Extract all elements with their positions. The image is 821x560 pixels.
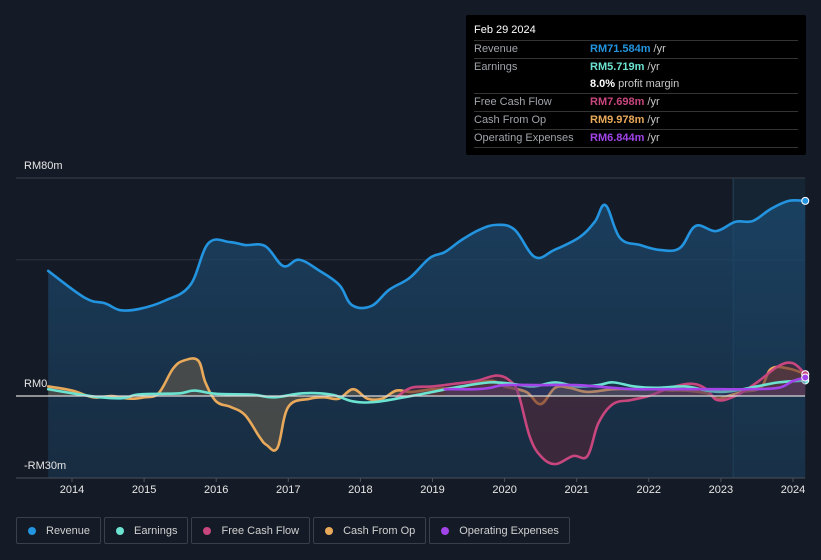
tooltip-value: RM5.719m [590, 61, 645, 73]
tooltip-row-profit-margin: 8.0% profit margin [474, 76, 798, 93]
tooltip-unit: /yr [647, 96, 660, 108]
revenue-end-marker [801, 196, 810, 205]
x-tick-label: 2021 [564, 484, 589, 496]
tooltip-unit: /yr [647, 114, 660, 126]
tooltip-value: RM6.844m [590, 132, 645, 144]
legend: Revenue Earnings Free Cash Flow Cash Fro… [16, 517, 570, 544]
legend-item-cash-from-op[interactable]: Cash From Op [313, 517, 427, 544]
series-layer [16, 178, 810, 478]
y-tick-label-zero: RM0 [24, 378, 48, 390]
legend-dot-icon [325, 526, 334, 535]
operating-expenses-end-marker [801, 373, 810, 382]
x-tick-label: 2017 [276, 484, 301, 496]
x-tick-label: 2020 [492, 484, 517, 496]
tooltip-label [474, 76, 590, 93]
legend-label: Earnings [134, 524, 178, 537]
tooltip-value: RM71.584m [590, 43, 651, 55]
tooltip-value: 8.0% [590, 78, 616, 90]
tooltip-label: Revenue [474, 43, 519, 55]
x-tick-label: 2018 [348, 484, 373, 496]
y-tick-label-bottom: -RM30m [24, 460, 67, 472]
tooltip-unit: /yr [647, 61, 660, 73]
x-tick-label: 2022 [636, 484, 662, 496]
tooltip-divider [474, 147, 798, 148]
legend-dot-icon [116, 526, 125, 535]
x-tick-label: 2016 [203, 484, 229, 496]
legend-label: Revenue [46, 524, 91, 537]
legend-item-revenue[interactable]: Revenue [16, 517, 102, 544]
legend-dot-icon [441, 526, 450, 535]
x-tick-label: 2014 [59, 484, 85, 496]
tooltip-value: RM9.978m [590, 114, 645, 126]
x-axis [16, 477, 805, 482]
legend-label: Cash From Op [343, 524, 416, 537]
x-tick-label: 2023 [708, 484, 734, 496]
legend-item-operating-expenses[interactable]: Operating Expenses [429, 517, 570, 544]
tooltip-date: Feb 29 2024 [474, 24, 536, 36]
x-tick-label: 2015 [131, 484, 157, 496]
tooltip-row-operating-expenses: Operating Expenses RM6.844m /yr [474, 129, 798, 147]
x-tick-label: 2019 [420, 484, 445, 496]
legend-item-earnings[interactable]: Earnings [104, 517, 189, 544]
tooltip-unit: /yr [647, 132, 660, 144]
tooltip-unit: /yr [653, 43, 666, 55]
tooltip-row-free-cash-flow: Free Cash Flow RM7.698m /yr [474, 93, 798, 111]
tooltip-unit: profit margin [618, 78, 680, 90]
legend-dot-icon [203, 526, 212, 535]
tooltip-label: Free Cash Flow [474, 96, 552, 108]
legend-label: Free Cash Flow [221, 524, 300, 537]
revenue-area [48, 200, 806, 478]
legend-item-free-cash-flow[interactable]: Free Cash Flow [191, 517, 311, 544]
tooltip-row-revenue: Revenue RM71.584m /yr [474, 40, 798, 58]
y-tick-label-top: RM80m [24, 160, 63, 172]
x-tick-label: 2024 [780, 484, 806, 496]
legend-dot-icon [28, 526, 36, 535]
tooltip-row-cash-from-op: Cash From Op RM9.978m /yr [474, 111, 798, 129]
tooltip-label: Earnings [474, 61, 518, 73]
legend-label: Operating Expenses [459, 524, 559, 537]
tooltip-row-earnings: Earnings RM5.719m /yr [474, 58, 798, 76]
data-tooltip: Feb 29 2024 Revenue RM71.584m /yr Earnin… [466, 15, 806, 155]
tooltip-label: Cash From Op [474, 114, 547, 126]
tooltip-label: Operating Expenses [474, 132, 574, 144]
tooltip-value: RM7.698m [590, 96, 645, 108]
